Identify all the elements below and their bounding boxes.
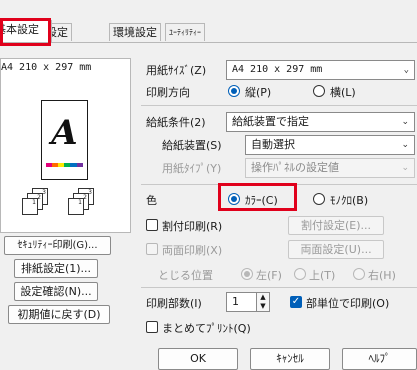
- paper-type-select[interactable]: 操作ﾊﾟﾈﾙの設定値 ⌄: [245, 158, 415, 178]
- chevron-down-icon: ⌄: [401, 140, 409, 150]
- preview-paper-letter: A: [51, 113, 78, 153]
- feed-device-label: 給紙装置(S): [162, 139, 222, 152]
- binding-position-label: とじる位置: [158, 269, 213, 282]
- combine-print-label: まとめてﾌﾟﾘﾝﾄ(Q): [162, 322, 251, 335]
- restore-defaults-button[interactable]: 初期値に戻す(D): [8, 305, 110, 324]
- chevron-down-icon: ⌄: [401, 117, 409, 127]
- binding-top-radio[interactable]: [294, 268, 306, 280]
- nup-label: 割付印刷(R): [162, 220, 223, 233]
- orientation-landscape-label: 横(L): [330, 86, 356, 99]
- orientation-portrait-label: 縦(P): [245, 86, 272, 99]
- duplex-checkbox[interactable]: [146, 243, 158, 255]
- help-button[interactable]: ﾍﾙﾌﾟ: [342, 348, 417, 370]
- color-highlight-box: [218, 183, 297, 211]
- output-settings-button[interactable]: 排紙設定(1)...: [14, 259, 98, 278]
- binding-right-radio[interactable]: [353, 268, 365, 280]
- spin-down-icon[interactable]: ▼: [257, 302, 269, 311]
- mono-radio-label: ﾓﾉｸﾛ(B): [330, 194, 369, 207]
- tab-highlight-box: [0, 18, 51, 46]
- spin-up-icon[interactable]: ▲: [257, 293, 269, 302]
- binding-right-label: 右(H): [368, 269, 396, 282]
- mono-radio[interactable]: [313, 193, 325, 205]
- uncollated-stack-icon: 3 2 1: [18, 188, 52, 216]
- paper-size-select[interactable]: A4 210 x 297 mm ⌄: [226, 60, 415, 80]
- duplex-label: 両面印刷(X): [162, 244, 223, 257]
- copies-spinner[interactable]: ▲ ▼: [256, 293, 269, 311]
- binding-top-label: 上(T): [309, 269, 336, 282]
- feed-condition-select[interactable]: 給紙装置で指定 ⌄: [226, 112, 415, 132]
- chevron-down-icon: ⌄: [403, 65, 409, 75]
- confirm-settings-button[interactable]: 設定確認(N)...: [14, 282, 98, 301]
- collate-checkbox[interactable]: ✓: [290, 296, 302, 308]
- combine-print-checkbox[interactable]: [146, 321, 158, 333]
- ok-button[interactable]: OK: [158, 348, 238, 370]
- collated-stack-icon: 3 2 1: [64, 188, 98, 216]
- nup-settings-button[interactable]: 割付設定(E)...: [288, 216, 384, 235]
- nup-checkbox[interactable]: [146, 219, 158, 231]
- orientation-landscape-radio[interactable]: [313, 85, 325, 97]
- paper-size-label: 用紙ｻｲｽﾞ(Z): [146, 64, 207, 77]
- cancel-button[interactable]: ｷｬﾝｾﾙ: [250, 348, 330, 370]
- preview-paper: A: [41, 100, 88, 180]
- tab-environment-settings[interactable]: 環境設定: [109, 23, 161, 41]
- tab-strip-border: [0, 42, 417, 43]
- color-mode-label: 色: [146, 194, 157, 207]
- section-divider: [141, 105, 417, 106]
- binding-left-label: 左(F): [256, 269, 282, 282]
- feed-condition-label: 給紙条件(2): [146, 116, 206, 129]
- color-bar-icon: [46, 157, 83, 167]
- chevron-down-icon: ⌄: [401, 163, 409, 173]
- duplex-settings-button[interactable]: 両面設定(U)...: [288, 240, 384, 259]
- feed-device-select[interactable]: 自動選択 ⌄: [245, 135, 415, 155]
- orientation-label: 印刷方向: [146, 86, 190, 99]
- tab-utility[interactable]: ﾕｰﾃｨﾘﾃｨｰ: [165, 23, 205, 41]
- collate-label: 部単位で印刷(O): [306, 297, 390, 310]
- binding-left-radio[interactable]: [241, 268, 253, 280]
- secure-print-button[interactable]: ｾｷｭﾘﾃｨｰ印刷(G)...: [4, 236, 111, 255]
- preview-paper-caption: A4 210 x 297 mm: [1, 62, 92, 73]
- orientation-portrait-radio[interactable]: [228, 85, 240, 97]
- copies-label: 印刷部数(I): [146, 297, 202, 310]
- section-divider: [141, 287, 417, 288]
- paper-type-label: 用紙ﾀｲﾌﾟ(Y): [162, 162, 222, 175]
